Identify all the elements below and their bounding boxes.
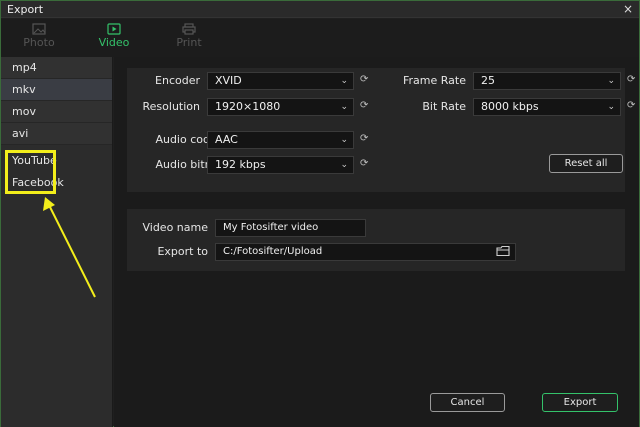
tab-photo-label: Photo (23, 36, 55, 49)
video-icon (107, 23, 121, 35)
settings-area: Encoder XVID ⌄ ⟳ Resolution 1920×1080 ⌄ … (114, 57, 639, 427)
export-dialog: Export × Photo Video Print mp4 mkv mov a… (0, 0, 640, 427)
audio-coding-select[interactable]: AAC ⌄ (207, 131, 354, 149)
export-path-input[interactable]: C:/Fotosifter/Upload (215, 243, 516, 261)
sidebar-item-mkv[interactable]: mkv (1, 79, 112, 101)
chevron-down-icon: ⌄ (340, 76, 348, 86)
chevron-down-icon: ⌄ (340, 135, 348, 145)
close-icon[interactable]: × (623, 2, 633, 16)
bit-rate-select[interactable]: 8000 kbps ⌄ (473, 98, 621, 116)
highlight-box (5, 150, 56, 194)
sidebar-item-mov[interactable]: mov (1, 101, 112, 123)
reset-all-button[interactable]: Reset all (549, 154, 623, 173)
folder-icon[interactable] (496, 245, 510, 257)
window-title: Export (7, 3, 44, 16)
encoder-select[interactable]: XVID ⌄ (207, 72, 354, 90)
encoder-value: XVID (215, 74, 242, 87)
audio-bitrate-select[interactable]: 192 kbps ⌄ (207, 156, 354, 174)
encoding-panel: Encoder XVID ⌄ ⟳ Resolution 1920×1080 ⌄ … (127, 68, 635, 192)
resolution-value: 1920×1080 (215, 100, 281, 113)
refresh-icon[interactable]: ⟳ (360, 158, 368, 169)
bit-rate-label: Bit Rate (422, 100, 466, 113)
cancel-button[interactable]: Cancel (430, 393, 505, 412)
refresh-icon[interactable]: ⟳ (627, 100, 635, 111)
chevron-down-icon: ⌄ (340, 160, 348, 170)
bit-rate-value: 8000 kbps (481, 100, 539, 113)
encoder-label: Encoder (155, 74, 200, 87)
refresh-icon[interactable]: ⟳ (360, 133, 368, 144)
resolution-select[interactable]: 1920×1080 ⌄ (207, 98, 354, 116)
video-name-label: Video name (142, 221, 208, 234)
refresh-icon[interactable]: ⟳ (360, 74, 368, 85)
tab-print[interactable]: Print (159, 23, 219, 49)
audio-bitrate-value: 192 kbps (215, 158, 266, 171)
chevron-down-icon: ⌄ (340, 102, 348, 112)
audio-coding-value: AAC (215, 133, 238, 146)
photo-icon (32, 23, 46, 35)
chevron-down-icon: ⌄ (607, 76, 615, 86)
tab-video[interactable]: Video (84, 23, 144, 49)
sidebar-item-mp4[interactable]: mp4 (1, 57, 112, 79)
video-name-input[interactable]: My Fotosifter video (215, 219, 366, 237)
tab-video-label: Video (98, 36, 130, 49)
resolution-label: Resolution (142, 100, 200, 113)
sidebar-item-avi[interactable]: avi (1, 123, 112, 145)
export-to-label: Export to (157, 245, 208, 258)
export-path-value: C:/Fotosifter/Upload (223, 246, 323, 257)
frame-rate-select[interactable]: 25 ⌄ (473, 72, 621, 90)
title-bar: Export × (1, 1, 639, 18)
refresh-icon[interactable]: ⟳ (627, 74, 635, 85)
tab-print-label: Print (176, 36, 202, 49)
tab-photo[interactable]: Photo (9, 23, 69, 49)
print-icon (182, 23, 196, 35)
annotation-arrow (43, 197, 96, 298)
refresh-icon[interactable]: ⟳ (360, 100, 368, 111)
export-button[interactable]: Export (542, 393, 618, 412)
frame-rate-value: 25 (481, 74, 495, 87)
tab-bar: Photo Video Print (1, 19, 639, 57)
chevron-down-icon: ⌄ (607, 102, 615, 112)
frame-rate-label: Frame Rate (403, 74, 466, 87)
output-panel: Video name My Fotosifter video Export to… (127, 209, 625, 271)
